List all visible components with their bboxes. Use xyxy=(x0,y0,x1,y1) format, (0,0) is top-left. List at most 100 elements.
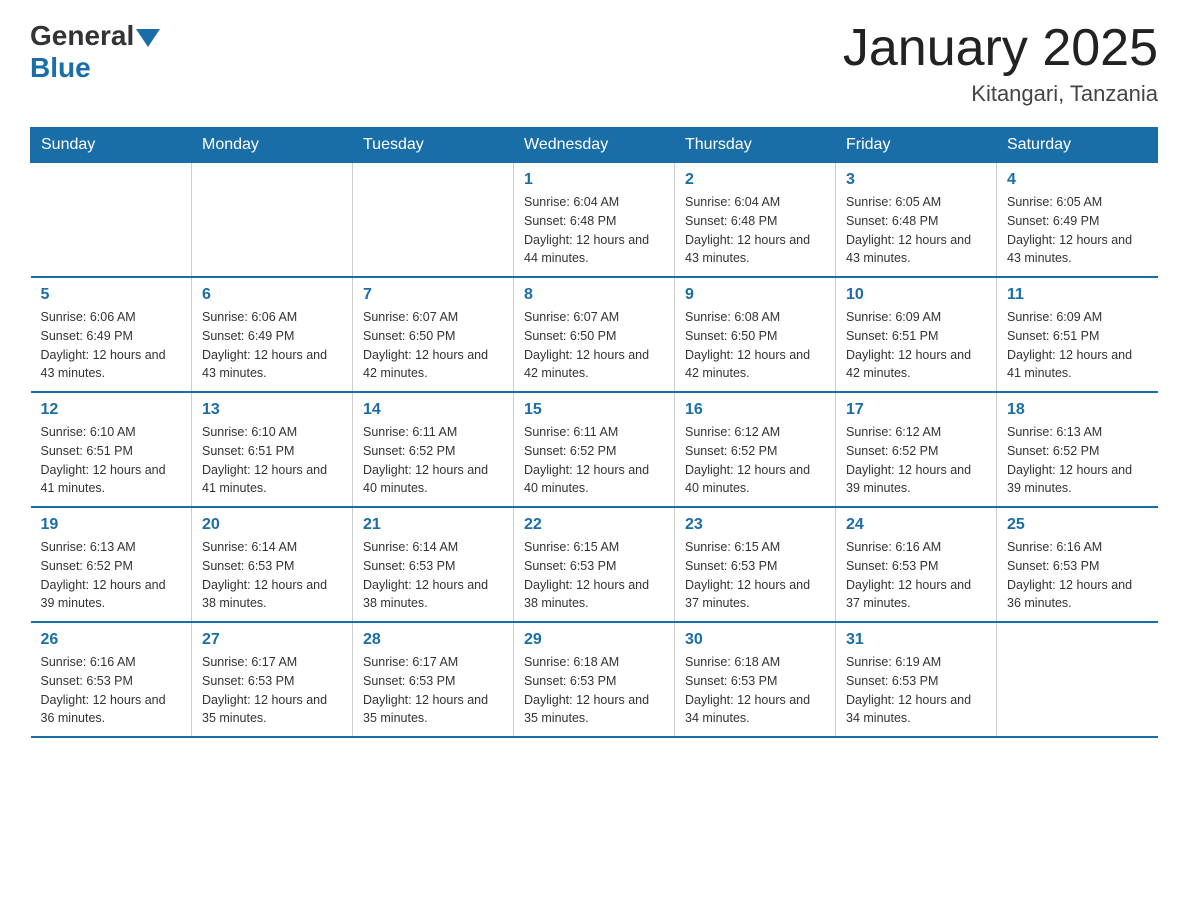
day-info: Sunrise: 6:17 AM Sunset: 6:53 PM Dayligh… xyxy=(202,653,342,728)
day-info: Sunrise: 6:09 AM Sunset: 6:51 PM Dayligh… xyxy=(1007,308,1148,383)
day-info: Sunrise: 6:17 AM Sunset: 6:53 PM Dayligh… xyxy=(363,653,503,728)
day-number: 15 xyxy=(524,401,664,419)
day-number: 28 xyxy=(363,631,503,649)
day-number: 13 xyxy=(202,401,342,419)
day-info: Sunrise: 6:07 AM Sunset: 6:50 PM Dayligh… xyxy=(363,308,503,383)
week-row-5: 26 Sunrise: 6:16 AM Sunset: 6:53 PM Dayli… xyxy=(31,622,1158,737)
calendar-cell: 28 Sunrise: 6:17 AM Sunset: 6:53 PM Dayli… xyxy=(353,622,514,737)
header-row: SundayMondayTuesdayWednesdayThursdayFrid… xyxy=(31,128,1158,163)
calendar-cell: 27 Sunrise: 6:17 AM Sunset: 6:53 PM Dayli… xyxy=(192,622,353,737)
day-info: Sunrise: 6:06 AM Sunset: 6:49 PM Dayligh… xyxy=(41,308,182,383)
logo-text: General xyxy=(30,20,160,52)
day-info: Sunrise: 6:15 AM Sunset: 6:53 PM Dayligh… xyxy=(685,538,825,613)
day-number: 18 xyxy=(1007,401,1148,419)
week-row-1: 1 Sunrise: 6:04 AM Sunset: 6:48 PM Daylig… xyxy=(31,163,1158,278)
day-info: Sunrise: 6:18 AM Sunset: 6:53 PM Dayligh… xyxy=(685,653,825,728)
calendar-cell xyxy=(997,622,1158,737)
header-day-saturday: Saturday xyxy=(997,128,1158,163)
header-day-sunday: Sunday xyxy=(31,128,192,163)
calendar-cell: 1Sunrise: 6:04 AM Sunset: 6:48 PM Daylig… xyxy=(514,163,675,278)
calendar-cell: 18Sunrise: 6:13 AM Sunset: 6:52 PM Dayli… xyxy=(997,392,1158,507)
day-info: Sunrise: 6:14 AM Sunset: 6:53 PM Dayligh… xyxy=(363,538,503,613)
day-info: Sunrise: 6:10 AM Sunset: 6:51 PM Dayligh… xyxy=(202,423,342,498)
calendar-cell: 22Sunrise: 6:15 AM Sunset: 6:53 PM Dayli… xyxy=(514,507,675,622)
day-info: Sunrise: 6:10 AM Sunset: 6:51 PM Dayligh… xyxy=(41,423,182,498)
calendar-cell: 29 Sunrise: 6:18 AM Sunset: 6:53 PM Dayli… xyxy=(514,622,675,737)
day-number: 30 xyxy=(685,631,825,649)
calendar-header: SundayMondayTuesdayWednesdayThursdayFrid… xyxy=(31,128,1158,163)
calendar-cell: 2Sunrise: 6:04 AM Sunset: 6:48 PM Daylig… xyxy=(675,163,836,278)
day-number: 14 xyxy=(363,401,503,419)
calendar-cell: 31Sunrise: 6:19 AM Sunset: 6:53 PM Dayli… xyxy=(836,622,997,737)
calendar-cell: 4Sunrise: 6:05 AM Sunset: 6:49 PM Daylig… xyxy=(997,163,1158,278)
day-number: 8 xyxy=(524,286,664,304)
calendar-cell: 5 Sunrise: 6:06 AM Sunset: 6:49 PM Daylig… xyxy=(31,277,192,392)
header-day-tuesday: Tuesday xyxy=(353,128,514,163)
week-row-4: 19Sunrise: 6:13 AM Sunset: 6:52 PM Dayli… xyxy=(31,507,1158,622)
calendar-cell: 6 Sunrise: 6:06 AM Sunset: 6:49 PM Daylig… xyxy=(192,277,353,392)
day-number: 10 xyxy=(846,286,986,304)
day-number: 23 xyxy=(685,516,825,534)
calendar-cell: 11Sunrise: 6:09 AM Sunset: 6:51 PM Dayli… xyxy=(997,277,1158,392)
calendar-cell: 14 Sunrise: 6:11 AM Sunset: 6:52 PM Dayli… xyxy=(353,392,514,507)
header-day-friday: Friday xyxy=(836,128,997,163)
day-number: 1 xyxy=(524,171,664,189)
calendar-table: SundayMondayTuesdayWednesdayThursdayFrid… xyxy=(30,127,1158,738)
day-info: Sunrise: 6:11 AM Sunset: 6:52 PM Dayligh… xyxy=(524,423,664,498)
day-number: 5 xyxy=(41,286,182,304)
logo-arrow-icon xyxy=(136,29,160,47)
day-info: Sunrise: 6:14 AM Sunset: 6:53 PM Dayligh… xyxy=(202,538,342,613)
title-area: January 2025 Kitangari, Tanzania xyxy=(843,20,1158,107)
calendar-body: 1 Sunrise: 6:04 AM Sunset: 6:48 PM Daylig… xyxy=(31,163,1158,738)
calendar-cell: 16 Sunrise: 6:12 AM Sunset: 6:52 PM Dayli… xyxy=(675,392,836,507)
calendar-cell: 17Sunrise: 6:12 AM Sunset: 6:52 PM Dayli… xyxy=(836,392,997,507)
calendar-cell xyxy=(353,163,514,278)
day-number: 27 xyxy=(202,631,342,649)
day-info: Sunrise: 6:07 AM Sunset: 6:50 PM Dayligh… xyxy=(524,308,664,383)
day-info: Sunrise: 6:09 AM Sunset: 6:51 PM Dayligh… xyxy=(846,308,986,383)
calendar-cell: 3 Sunrise: 6:05 AM Sunset: 6:48 PM Daylig… xyxy=(836,163,997,278)
day-info: Sunrise: 6:05 AM Sunset: 6:49 PM Dayligh… xyxy=(1007,193,1148,268)
day-number: 9 xyxy=(685,286,825,304)
calendar-cell: 13 Sunrise: 6:10 AM Sunset: 6:51 PM Dayli… xyxy=(192,392,353,507)
day-info: Sunrise: 6:15 AM Sunset: 6:53 PM Dayligh… xyxy=(524,538,664,613)
calendar-cell: 12 Sunrise: 6:10 AM Sunset: 6:51 PM Dayli… xyxy=(31,392,192,507)
calendar-cell xyxy=(192,163,353,278)
day-number: 29 xyxy=(524,631,664,649)
day-number: 25 xyxy=(1007,516,1148,534)
day-number: 7 xyxy=(363,286,503,304)
logo: General Blue xyxy=(30,20,160,84)
day-info: Sunrise: 6:04 AM Sunset: 6:48 PM Dayligh… xyxy=(685,193,825,268)
calendar-cell: 7 Sunrise: 6:07 AM Sunset: 6:50 PM Daylig… xyxy=(353,277,514,392)
day-info: Sunrise: 6:05 AM Sunset: 6:48 PM Dayligh… xyxy=(846,193,986,268)
calendar-cell: 30 Sunrise: 6:18 AM Sunset: 6:53 PM Dayli… xyxy=(675,622,836,737)
calendar-cell: 26 Sunrise: 6:16 AM Sunset: 6:53 PM Dayli… xyxy=(31,622,192,737)
day-info: Sunrise: 6:06 AM Sunset: 6:49 PM Dayligh… xyxy=(202,308,342,383)
day-info: Sunrise: 6:16 AM Sunset: 6:53 PM Dayligh… xyxy=(1007,538,1148,613)
header-day-thursday: Thursday xyxy=(675,128,836,163)
day-number: 21 xyxy=(363,516,503,534)
day-number: 12 xyxy=(41,401,182,419)
day-number: 24 xyxy=(846,516,986,534)
day-number: 3 xyxy=(846,171,986,189)
header-day-monday: Monday xyxy=(192,128,353,163)
day-number: 6 xyxy=(202,286,342,304)
calendar-cell: 15 Sunrise: 6:11 AM Sunset: 6:52 PM Dayli… xyxy=(514,392,675,507)
logo-general-text: General xyxy=(30,20,134,52)
day-info: Sunrise: 6:12 AM Sunset: 6:52 PM Dayligh… xyxy=(846,423,986,498)
day-info: Sunrise: 6:08 AM Sunset: 6:50 PM Dayligh… xyxy=(685,308,825,383)
day-number: 26 xyxy=(41,631,182,649)
week-row-2: 5 Sunrise: 6:06 AM Sunset: 6:49 PM Daylig… xyxy=(31,277,1158,392)
page-header: General Blue January 2025 Kitangari, Tan… xyxy=(30,20,1158,107)
day-info: Sunrise: 6:12 AM Sunset: 6:52 PM Dayligh… xyxy=(685,423,825,498)
day-info: Sunrise: 6:18 AM Sunset: 6:53 PM Dayligh… xyxy=(524,653,664,728)
week-row-3: 12 Sunrise: 6:10 AM Sunset: 6:51 PM Dayli… xyxy=(31,392,1158,507)
day-info: Sunrise: 6:16 AM Sunset: 6:53 PM Dayligh… xyxy=(41,653,182,728)
calendar-cell: 8 Sunrise: 6:07 AM Sunset: 6:50 PM Daylig… xyxy=(514,277,675,392)
calendar-cell: 20 Sunrise: 6:14 AM Sunset: 6:53 PM Dayli… xyxy=(192,507,353,622)
calendar-cell: 19Sunrise: 6:13 AM Sunset: 6:52 PM Dayli… xyxy=(31,507,192,622)
day-info: Sunrise: 6:19 AM Sunset: 6:53 PM Dayligh… xyxy=(846,653,986,728)
day-info: Sunrise: 6:11 AM Sunset: 6:52 PM Dayligh… xyxy=(363,423,503,498)
day-number: 20 xyxy=(202,516,342,534)
day-number: 16 xyxy=(685,401,825,419)
